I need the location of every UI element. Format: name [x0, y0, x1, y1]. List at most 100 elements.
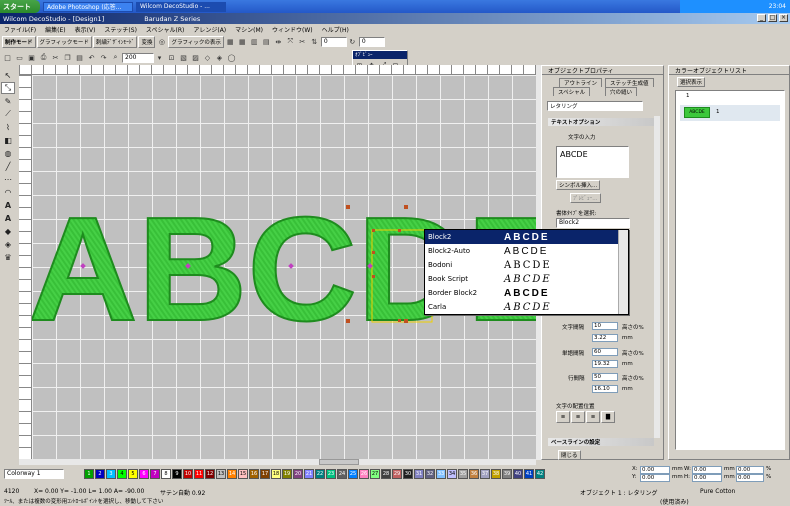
grid-icon-3[interactable]: ▥ [249, 36, 260, 47]
font-option[interactable]: Bodoni ABCDE [425, 258, 618, 272]
h-field[interactable]: 0.00 [692, 474, 722, 482]
color-swatch[interactable]: 18 [271, 468, 281, 479]
color-swatch[interactable]: 25 [348, 468, 358, 479]
color-swatch[interactable]: 12 [205, 468, 215, 479]
color-swatch[interactable]: 24 [337, 468, 347, 479]
line-icon[interactable]: ╱ [1, 160, 15, 172]
color-swatch[interactable]: 35 [458, 468, 468, 479]
y-field[interactable]: 0.00 [640, 474, 670, 482]
minimize-button[interactable]: _ [757, 14, 766, 22]
color-swatch[interactable]: 42 [535, 468, 545, 479]
globe-icon[interactable]: ◎ [156, 36, 167, 47]
color-swatch[interactable]: 1 [84, 468, 94, 479]
color-swatch[interactable]: 9 [172, 468, 182, 479]
hoop-icon[interactable]: ◯ [226, 52, 237, 63]
h-pct-field[interactable]: 0.00 [736, 474, 764, 482]
colorway-select[interactable]: Colorway 1 [4, 468, 64, 479]
save-icon[interactable]: ▣ [26, 52, 37, 63]
select-display-button[interactable]: 選択表示 [677, 77, 706, 87]
copy-icon[interactable]: ❐ [62, 52, 73, 63]
color-swatch[interactable]: 15 [238, 468, 248, 479]
transform-icon[interactable]: ⤧ [285, 36, 296, 47]
grid-icon[interactable]: ▦ [225, 36, 236, 47]
stitch-view-icon[interactable]: ▧ [178, 52, 189, 63]
embroidery-design-mode-button[interactable]: 刺繍ﾃﾞｻﾞｲﾝﾓｰﾄﾞ [92, 35, 138, 48]
color-swatch[interactable]: 41 [524, 468, 534, 479]
menu-edit[interactable]: 編集(E) [45, 25, 65, 34]
color-swatch[interactable]: 36 [469, 468, 479, 479]
text-options-header[interactable]: テキストオプション [548, 118, 654, 126]
color-swatch[interactable]: 4 [117, 468, 127, 479]
menu-help[interactable]: ヘルプ(H) [322, 25, 349, 34]
color-swatch[interactable]: 21 [304, 468, 314, 479]
reshape-icon[interactable]: ⤡ [1, 82, 15, 94]
align-right-icon[interactable]: ≡ [586, 411, 600, 423]
tab-outline[interactable]: アウトライン [559, 78, 603, 87]
chevron-down-icon[interactable]: ▾ [154, 52, 165, 63]
arc-icon[interactable]: ◠ [1, 186, 15, 198]
color-swatch[interactable]: 6 [139, 468, 149, 479]
color-swatch[interactable]: 33 [436, 468, 446, 479]
color-swatch[interactable]: 27 [370, 468, 380, 479]
panel-scrollbar[interactable] [654, 116, 660, 438]
insert-symbol-button[interactable]: シンボル挿入... [556, 180, 601, 190]
align-justify-icon[interactable]: ▇ [601, 411, 615, 423]
color-swatch[interactable]: 5 [128, 468, 138, 479]
close-button[interactable]: × [779, 14, 788, 22]
taskbar-item-photoshop[interactable]: Adobe Photoshop (応答... [43, 1, 133, 12]
color-swatch[interactable]: 16 [249, 468, 259, 479]
close-panel-button[interactable]: 閉じる [558, 450, 581, 460]
menu-stitch[interactable]: ステッチ(S) [104, 25, 137, 34]
menu-special[interactable]: スペシャル(R) [146, 25, 184, 34]
color-swatch[interactable]: 13 [216, 468, 226, 479]
color-swatch[interactable]: 28 [381, 468, 391, 479]
undo-icon[interactable]: ↶ [86, 52, 97, 63]
text-icon[interactable]: A [1, 199, 15, 211]
color-swatch[interactable]: 30 [403, 468, 413, 479]
menu-view[interactable]: 表示(V) [75, 25, 96, 34]
color-swatch[interactable]: 22 [315, 468, 325, 479]
line-spacing-field[interactable]: 50 [592, 373, 618, 381]
color-swatch[interactable]: 11 [194, 468, 204, 479]
w-field[interactable]: 0.00 [692, 466, 722, 474]
font-option[interactable]: Block2 ABCDE [425, 230, 618, 244]
convert-button[interactable]: 変換 [138, 35, 156, 48]
color-swatch[interactable]: 3 [106, 468, 116, 479]
new-icon[interactable]: □ [2, 52, 13, 63]
print-icon[interactable]: ⎙ [38, 52, 49, 63]
word-spacing-mm-field[interactable]: 19.32 [592, 360, 618, 368]
brush-icon[interactable]: ⌇ [1, 121, 15, 133]
color-swatch[interactable]: 39 [502, 468, 512, 479]
x-field[interactable]: 0.00 [640, 466, 670, 474]
color-object-list[interactable]: 1 ABCDE 1 [675, 90, 785, 450]
outline-view-icon[interactable]: ◇ [202, 52, 213, 63]
color-swatch[interactable]: 26 [359, 468, 369, 479]
stitch-icon[interactable]: ⋯ [1, 173, 15, 185]
text-path-icon[interactable]: A [1, 212, 15, 224]
fill-view-icon[interactable]: ▨ [190, 52, 201, 63]
color-swatch[interactable]: 7 [150, 468, 160, 479]
font-list-scrollbar[interactable] [618, 230, 628, 314]
preview-button[interactable]: ﾌﾟﾚﾋﾞｭｰ... [570, 193, 601, 203]
taskbar-item-decostudio[interactable]: Wilcom DecoStudio - ... [136, 1, 226, 12]
color-swatch[interactable]: 2 [95, 468, 105, 479]
color-swatch[interactable]: 17 [260, 468, 270, 479]
color-swatch[interactable]: 29 [392, 468, 402, 479]
font-option[interactable]: Border Block2 ABCDE [425, 286, 618, 300]
realistic-view-icon[interactable]: ◈ [214, 52, 225, 63]
grid-icon-4[interactable]: ▤ [261, 36, 272, 47]
maximize-button[interactable]: □ [768, 14, 777, 22]
cut-icon[interactable]: ✂ [50, 52, 61, 63]
open-icon[interactable]: ▭ [14, 52, 25, 63]
color-swatch[interactable]: 40 [513, 468, 523, 479]
font-option[interactable]: Block2-Auto ABCDE [425, 244, 618, 258]
color-swatch[interactable]: 8 [161, 468, 171, 479]
word-spacing-field[interactable]: 60 [592, 348, 618, 356]
font-select[interactable]: Block2 [556, 218, 630, 228]
fit-icon[interactable]: ⊡ [166, 52, 177, 63]
color-swatch[interactable]: 32 [425, 468, 435, 479]
redo-icon[interactable]: ↷ [98, 52, 109, 63]
color-swatch[interactable]: 38 [491, 468, 501, 479]
menu-arrange[interactable]: アレンジ(A) [193, 25, 226, 34]
shape-icon[interactable]: ◆ [1, 225, 15, 237]
